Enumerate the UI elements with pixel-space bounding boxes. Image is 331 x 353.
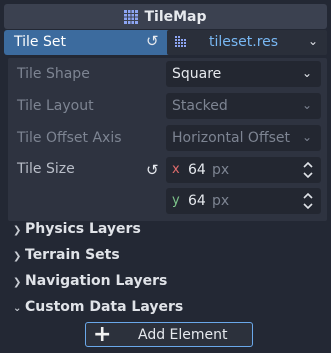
tile-size-y-field[interactable]: y 64 px [166,188,321,214]
add-element-label: Add Element [138,327,228,343]
section-custom-data-layers[interactable]: ⌄ Custom Data Layers [13,299,183,315]
chevron-down-icon: ⌄ [13,303,22,314]
tile-offset-axis-label: Tile Offset Axis [17,130,122,146]
x-axis-label: x [172,162,180,177]
spinner-arrows-icon[interactable] [302,160,314,180]
revert-icon[interactable]: ↺ [146,161,159,179]
tile-size-y-unit: px [212,193,230,209]
add-element-button[interactable]: + Add Element [85,322,253,347]
tile-size-x-unit: px [212,162,230,178]
revert-icon[interactable]: ↺ [146,32,159,50]
tile-set-resource-picker[interactable]: tileset.res ⌄ [167,30,327,55]
spinner-arrows-icon[interactable] [302,191,314,211]
y-axis-label: y [172,193,180,208]
plus-icon: + [93,322,112,347]
section-label: Physics Layers [25,221,141,237]
chevron-right-icon: ❯ [13,277,22,288]
chevron-down-icon: ⌄ [302,98,313,112]
chevron-right-icon: ❯ [13,251,22,262]
section-label: Terrain Sets [25,247,120,263]
section-terrain-sets[interactable]: ❯ Terrain Sets [13,247,120,263]
section-physics-layers[interactable]: ❯ Physics Layers [13,221,141,237]
tile-shape-dropdown[interactable]: Square ⌄ [166,61,321,87]
tile-size-label: Tile Size [17,161,75,177]
tile-offset-axis-dropdown[interactable]: Horizontal Offset ⌄ [166,125,321,151]
chevron-right-icon: ❯ [13,225,22,236]
tile-size-x-value: 64 [188,162,206,178]
section-navigation-layers[interactable]: ❯ Navigation Layers [13,273,167,289]
tile-layout-dropdown[interactable]: Stacked ⌄ [166,93,321,119]
chevron-down-icon: ⌄ [302,66,313,80]
tile-layout-value: Stacked [172,98,228,114]
section-label: Custom Data Layers [25,299,184,315]
tile-set-value: tileset.res [209,34,279,50]
tile-size-x-field[interactable]: x 64 px [166,157,321,183]
tile-shape-label: Tile Shape [17,66,90,82]
tile-layout-label: Tile Layout [17,98,94,114]
chevron-down-icon: ⌄ [302,130,313,144]
tile-shape-value: Square [172,66,222,82]
tile-size-y-value: 64 [188,193,206,209]
section-label: Navigation Layers [25,273,168,289]
inspector-header: TileMap [4,4,327,29]
tile-offset-axis-value: Horizontal Offset [172,130,290,146]
tileset-resource-icon [175,36,186,47]
tile-set-label: Tile Set [14,34,66,50]
tilemap-grid-icon [124,9,139,24]
tile-set-property-row[interactable]: Tile Set ↺ tileset.res ⌄ [4,30,327,55]
chevron-down-icon[interactable]: ⌄ [308,34,318,48]
header-title: TileMap [144,8,207,25]
